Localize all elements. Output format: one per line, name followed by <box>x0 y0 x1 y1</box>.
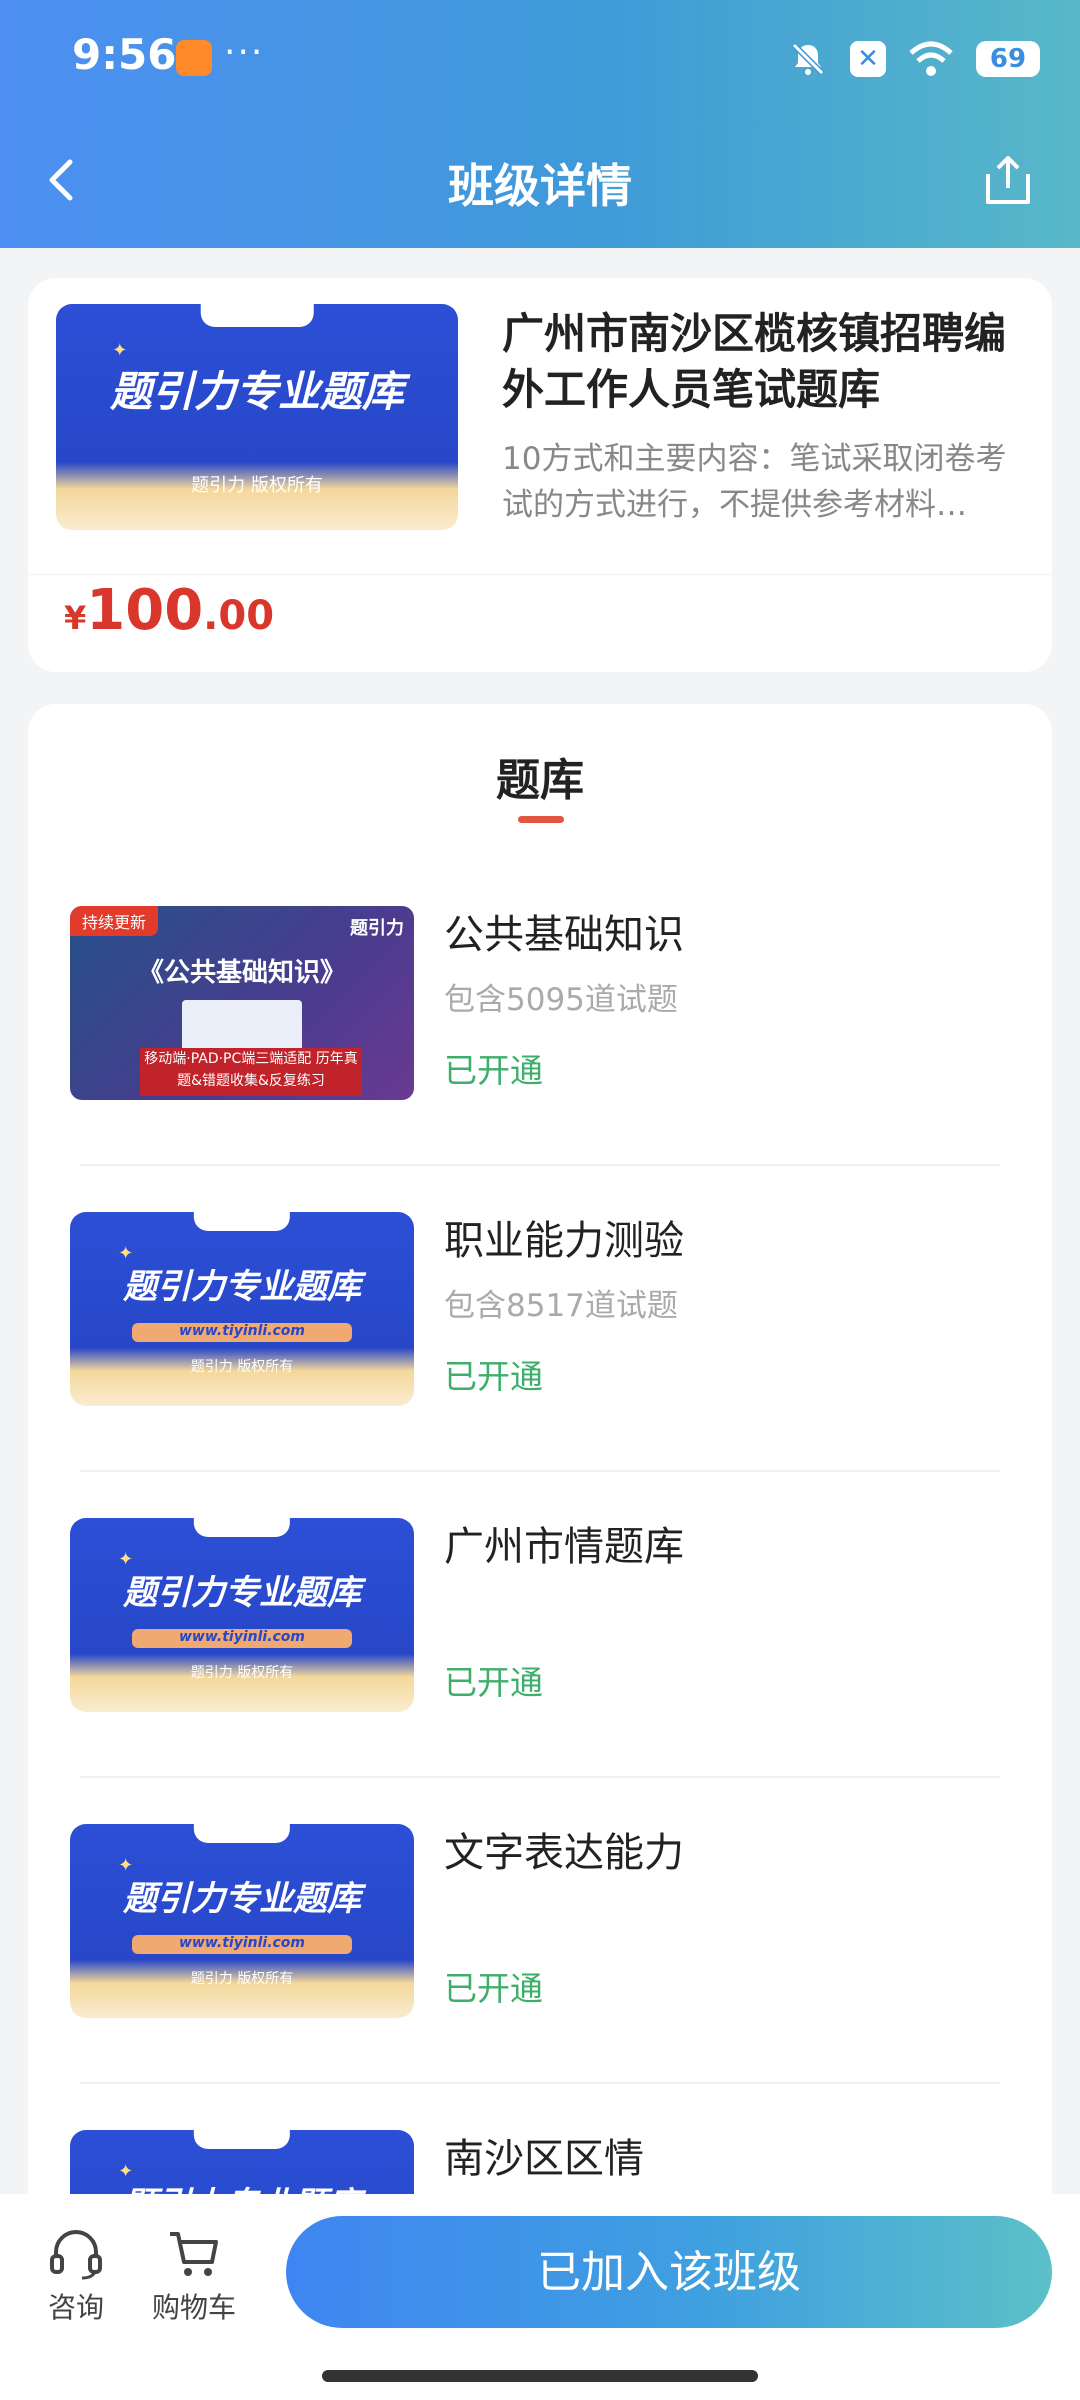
cart-label: 购物车 <box>151 2291 236 2324</box>
wifi-icon <box>909 41 953 76</box>
join-class-button[interactable]: 已加入该班级 <box>286 2216 1052 2328</box>
item-name: 文字表达能力 <box>444 1830 684 1876</box>
item-cover-image: ✦ 题引力专业题库 www.tiyinli.com 题引力 版权所有 <box>70 1212 414 1406</box>
cover-title: 《公共基础知识》 <box>137 958 346 988</box>
item-name: 职业能力测验 <box>444 1218 684 1264</box>
share-icon <box>986 156 1030 204</box>
item-name: 南沙区区情 <box>444 2136 644 2182</box>
consult-button[interactable]: 咨询 <box>16 2228 136 2326</box>
course-card[interactable]: ✦ 题引力专业题库 题引力 版权所有 广州市南沙区榄核镇招聘编外工作人员笔试题库… <box>28 278 1052 672</box>
cover-copyright: 题引力 版权所有 <box>190 1358 294 1375</box>
item-cover-image: ✦ 题引力专业题库 www.tiyinli.com 题引力 版权所有 <box>70 1824 414 2018</box>
item-status: 已开通 <box>444 1051 543 1090</box>
cover-copyright: 题引力 版权所有 <box>191 475 323 497</box>
cover-title: 题引力专业题库 <box>123 1266 361 1307</box>
bank-item-writing-ability[interactable]: ✦ 题引力专业题库 www.tiyinli.com 题引力 版权所有 文字表达能… <box>28 1778 1052 2084</box>
item-count: 包含5095道试题 <box>444 982 678 1018</box>
logo-tab <box>193 1212 291 1232</box>
app-notification-icon <box>176 40 212 76</box>
share-button[interactable] <box>980 150 1044 220</box>
consult-label: 咨询 <box>47 2291 104 2324</box>
bank-item-aptitude-test[interactable]: ✦ 题引力专业题库 www.tiyinli.com 题引力 版权所有 职业能力测… <box>28 1166 1052 1472</box>
logo-tab <box>193 2130 291 2150</box>
cover-title: 题引力专业题库 <box>123 1572 361 1613</box>
course-title: 广州市南沙区榄核镇招聘编外工作人员笔试题库 <box>502 309 1007 414</box>
item-status: 已开通 <box>444 1969 543 2008</box>
item-count: 包含8517道试题 <box>444 1288 678 1324</box>
header: 9:56 ··· ✕ 69 班级详情 <box>0 0 1080 248</box>
logo-tab <box>193 1824 291 1844</box>
shopping-cart-icon <box>170 2232 218 2276</box>
cover-tag: 持续更新 <box>70 906 159 936</box>
cover-brand: 题引力 <box>350 918 404 939</box>
item-cover-image: ✦ 题引力专业题库 www.tiyinli.com 题引力 版权所有 <box>70 1518 414 1712</box>
headset-icon <box>50 2230 102 2280</box>
price: ¥100.00 <box>64 578 274 643</box>
bank-item-guangzhou-info[interactable]: ✦ 题引力专业题库 www.tiyinli.com 题引力 版权所有 广州市情题… <box>28 1472 1052 1778</box>
page-title: 班级详情 <box>448 159 632 213</box>
bank-item-public-knowledge[interactable]: 持续更新 题引力 《公共基础知识》 移动端·PAD·PC端三端适配 历年真题&错… <box>28 860 1052 1166</box>
logo-tab <box>193 1518 291 1538</box>
status-time: 9:56 <box>72 30 177 79</box>
cover-copyright: 题引力 版权所有 <box>190 1664 294 1681</box>
cover-url: www.tiyinli.com <box>131 1322 353 1342</box>
cover-url: www.tiyinli.com <box>131 1934 353 1954</box>
item-cover-image: ✦ 题引力专业题库 <box>70 2130 414 2204</box>
more-notifications-icon: ··· <box>224 32 265 73</box>
mute-icon <box>791 42 825 76</box>
item-name: 广州市情题库 <box>444 1524 684 1570</box>
cover-title: 题引力专业题库 <box>109 367 404 417</box>
home-indicator <box>322 2370 758 2382</box>
logo-tab <box>200 304 314 327</box>
close-notification-icon: ✕ <box>850 41 886 77</box>
cover-title: 题引力专业题库 <box>123 1878 361 1919</box>
price-integer: 100 <box>86 578 204 643</box>
cover-copyright: 题引力 版权所有 <box>190 1970 294 1987</box>
status-icons: ✕ 69 <box>788 34 1040 84</box>
course-description: 10方式和主要内容：笔试采取闭卷考试的方式进行，不提供参考材料… <box>502 441 1007 523</box>
item-status: 已开通 <box>444 1663 543 1702</box>
divider <box>28 574 1052 575</box>
cover-url: www.tiyinli.com <box>131 1628 353 1648</box>
item-status: 已开通 <box>444 1357 543 1396</box>
bank-item-nansha-info[interactable]: ✦ 题引力专业题库 南沙区区情 <box>28 2084 1052 2204</box>
cover-feature-box: 移动端·PAD·PC端三端适配 历年真题&错题收集&反复练习 <box>140 1048 362 1096</box>
section-underline <box>518 816 564 823</box>
bottom-action-bar: 咨询 购物车 已加入该班级 <box>0 2194 1080 2400</box>
battery-icon: 69 <box>976 41 1040 77</box>
price-decimal: .00 <box>203 593 275 639</box>
section-title: 题库 <box>496 755 584 806</box>
question-bank-section: 题库 持续更新 题引力 《公共基础知识》 移动端·PAD·PC端三端适配 历年真… <box>28 704 1052 2204</box>
item-cover-image: 持续更新 题引力 《公共基础知识》 移动端·PAD·PC端三端适配 历年真题&错… <box>70 906 414 1100</box>
price-symbol: ¥ <box>64 599 87 637</box>
item-name: 公共基础知识 <box>444 912 684 958</box>
course-cover-image: ✦ 题引力专业题库 题引力 版权所有 <box>56 304 458 530</box>
cart-button[interactable]: 购物车 <box>134 2228 254 2326</box>
